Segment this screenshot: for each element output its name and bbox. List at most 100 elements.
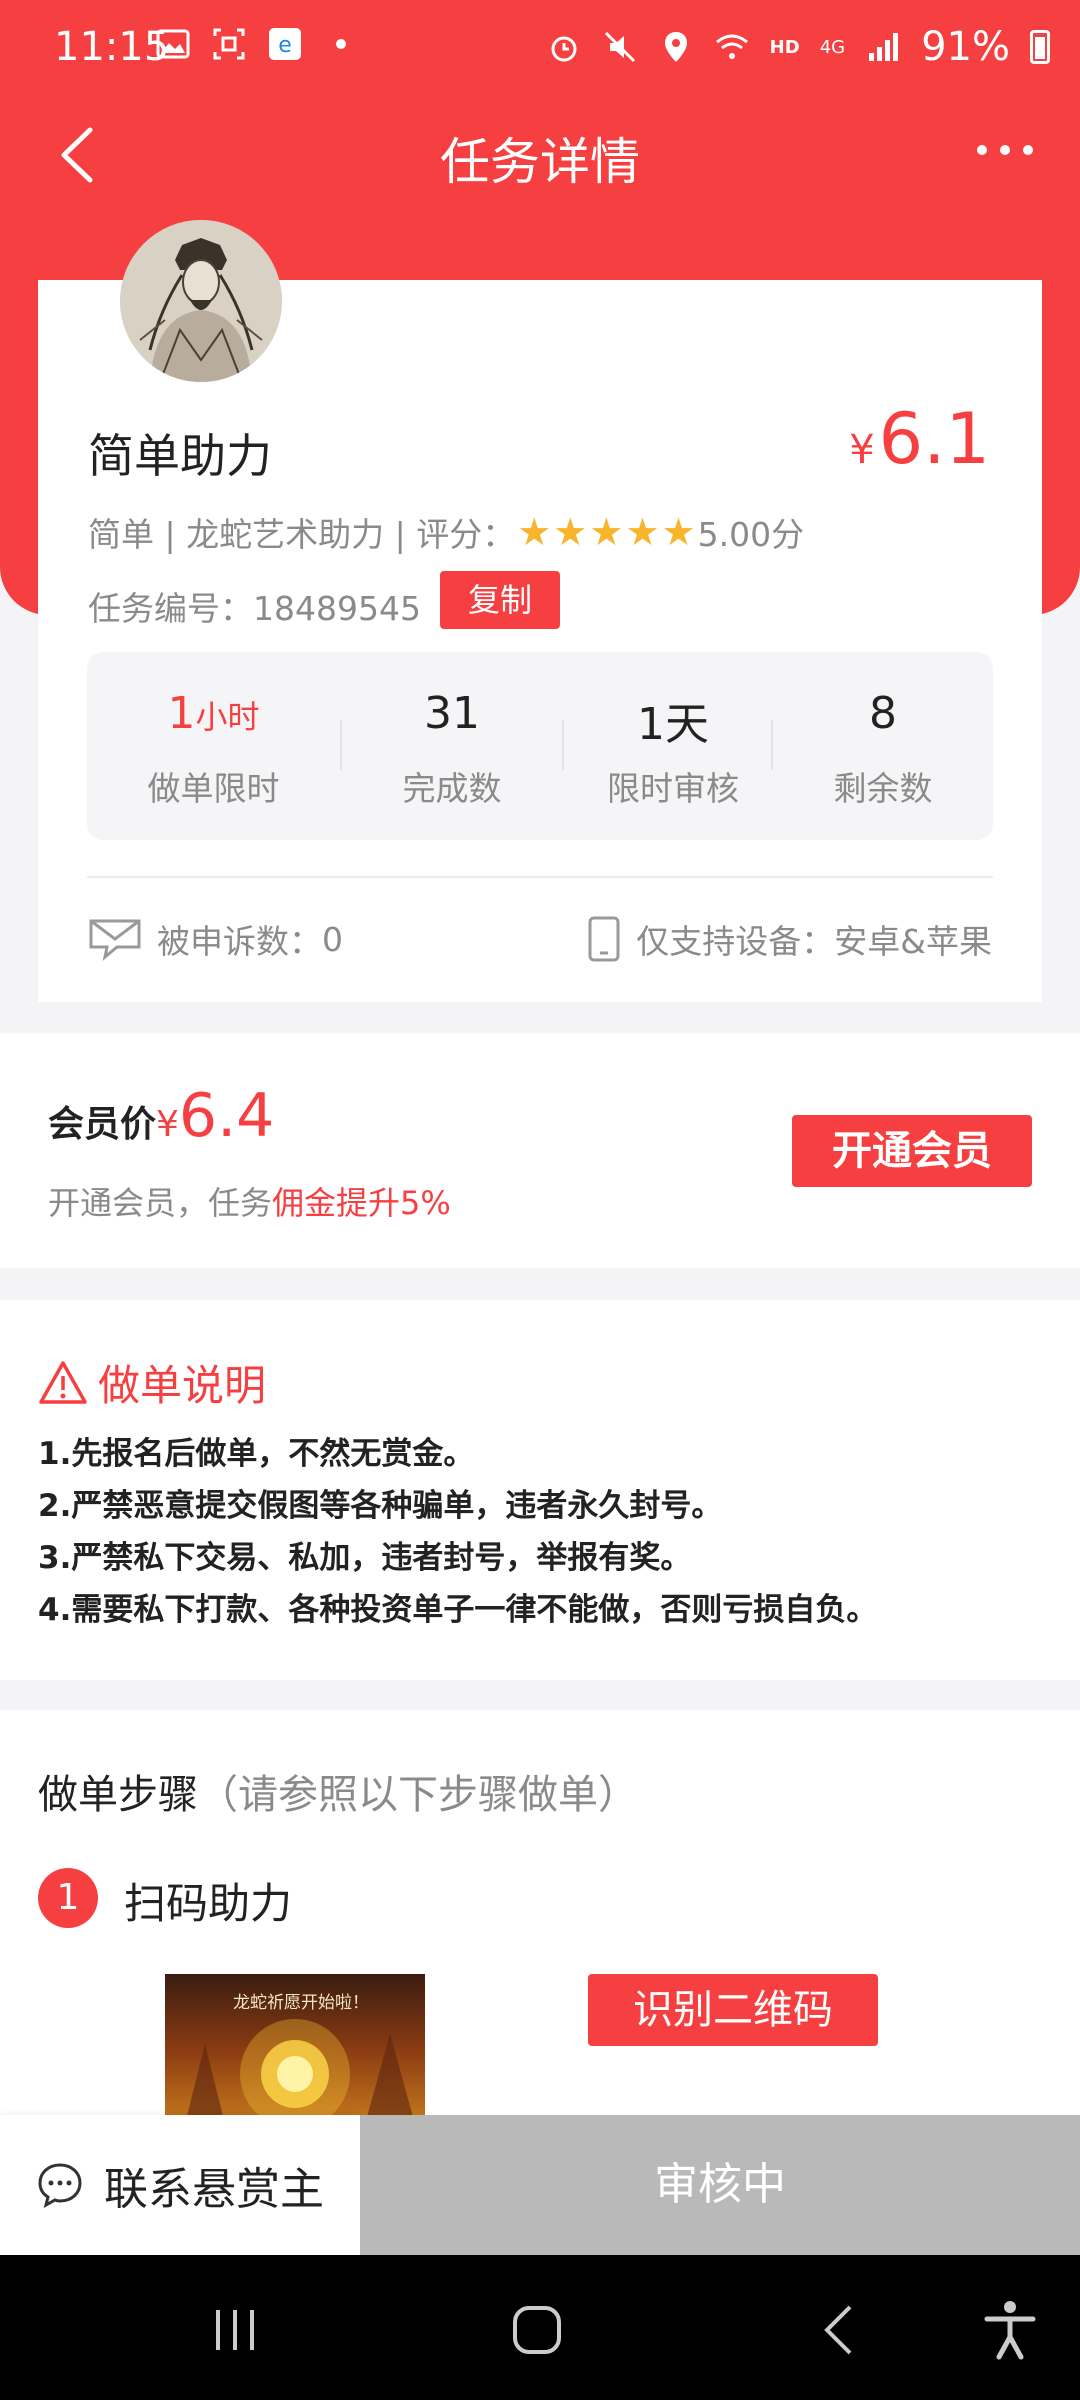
member-benefit-text: 开通会员，任务: [48, 1184, 273, 1222]
price-value: 6.1: [878, 398, 990, 480]
step-qr-image[interactable]: 龙蛇祈愿开始啦！: [165, 1974, 425, 2124]
mute-icon: [604, 31, 635, 63]
bottom-action-bar: 联系悬赏主 审核中: [0, 2115, 1080, 2255]
star-icon: ★: [517, 510, 552, 554]
task-meta: 简单 | 龙蛇艺术助力 | 评分： ★ ★ ★ ★ ★ 5.00分: [88, 508, 804, 556]
stat-review-limit: 1天 限时审核: [564, 688, 782, 810]
complaint-count: 被申诉数： 0: [87, 915, 343, 963]
instruction-item: 1.先报名后做单，不然无赏金。: [38, 1436, 475, 1472]
member-price-value: 6.4: [178, 1081, 275, 1151]
member-benefit-highlight: 佣金提升5%: [272, 1184, 451, 1222]
complaint-value: 0: [322, 919, 343, 959]
instruction-item: 2.严禁恶意提交假图等各种骗单，违者永久封号。: [38, 1488, 723, 1524]
stat-value: 31: [424, 688, 480, 739]
dot-icon: [336, 39, 346, 49]
step-title: 扫码助力: [124, 1879, 293, 1928]
member-section: 会员价 ¥6.4 开通会员，任务佣金提升5% 开通会员: [0, 1033, 1080, 1268]
stat-label: 完成数: [402, 769, 502, 808]
more-options-icon[interactable]: [970, 130, 1040, 170]
star-icon: ★: [553, 510, 588, 554]
status-time: 11:15: [54, 24, 170, 70]
steps-title: 做单步骤（请参照以下步骤做单）: [38, 1762, 638, 1820]
page-title: 任务详情: [440, 133, 640, 191]
instruction-item: 4.需要私下打款、各种投资单子一律不能做，否则亏损自负。: [38, 1592, 878, 1628]
location-icon: [664, 32, 687, 62]
status-right: HD 4G 91%: [546, 24, 1050, 70]
svg-text:e: e: [278, 33, 292, 58]
under-review-button[interactable]: 审核中: [360, 2115, 1080, 2255]
system-nav-bar: [0, 2255, 1080, 2400]
status-bar: 11:15 e HD 4G 91%: [0, 0, 1080, 100]
instructions-title-text: 做单说明: [98, 1361, 267, 1410]
stat-completed: 31 完成数: [342, 688, 562, 810]
recent-apps-icon[interactable]: [200, 2295, 270, 2365]
signal-icon: [869, 33, 899, 61]
contact-label: 联系悬赏主: [104, 2164, 324, 2215]
member-benefit: 开通会员，任务佣金提升5%: [48, 1178, 451, 1224]
top-nav: 任务详情: [0, 100, 1080, 210]
instructions-list: 1.先报名后做单，不然无赏金。 2.严禁恶意提交假图等各种骗单，违者永久封号。 …: [38, 1428, 877, 1636]
supported-devices: 仅支持设备：安卓&苹果: [586, 915, 992, 963]
status-left-icons: e: [155, 26, 359, 62]
steps-subtitle: （请参照以下步骤做单）: [198, 1772, 638, 1818]
avatar-image: [120, 220, 282, 382]
step-number: 1: [38, 1868, 98, 1928]
hd-indicator: HD: [769, 36, 800, 58]
stat-time-limit: 1小时 做单限时: [87, 688, 340, 810]
task-stats: 1小时 做单限时 31 完成数 1天 限时审核 8 剩余数: [87, 652, 993, 840]
task-card: [38, 280, 1042, 1002]
task-number: 任务编号：18489545: [88, 582, 421, 630]
stat-label: 剩余数: [833, 769, 933, 808]
task-number-value: 18489545: [253, 589, 421, 628]
stat-value: 1天: [637, 699, 709, 750]
stat-label: 限时审核: [607, 769, 739, 808]
star-icon: ★: [625, 510, 660, 554]
stat-label: 做单限时: [147, 769, 280, 808]
stat-unit: 小时: [195, 698, 260, 736]
warning-icon: [39, 1360, 87, 1404]
back-icon[interactable]: [805, 2295, 875, 2365]
currency-symbol: ¥: [156, 1104, 179, 1145]
currency-symbol: ¥: [849, 427, 875, 473]
chat-icon: [38, 2163, 82, 2208]
phone-icon: [588, 916, 620, 962]
member-price-label: 会员价: [48, 1104, 157, 1145]
instructions-title: 做单说明: [38, 1352, 266, 1413]
star-icon: ★: [589, 510, 624, 554]
screenshot-icon: [213, 28, 245, 60]
instruction-item: 3.严禁私下交易、私加，违者封号，举报有奖。: [38, 1540, 692, 1576]
alarm-icon: [551, 36, 577, 62]
card-divider: [87, 876, 993, 878]
complaint-label: 被申诉数：: [157, 922, 322, 961]
app-notification-icon: e: [269, 28, 301, 60]
wifi-icon: [715, 34, 748, 59]
steps-title-text: 做单步骤: [38, 1772, 198, 1818]
task-price: ¥6.1: [849, 398, 990, 480]
accessibility-icon[interactable]: [975, 2295, 1045, 2365]
task-number-label: 任务编号：: [88, 589, 253, 628]
star-icon: ★: [661, 510, 696, 554]
instructions-section: 做单说明 1.先报名后做单，不然无赏金。 2.严禁恶意提交假图等各种骗单，违者永…: [0, 1300, 1080, 1680]
member-price: ¥6.4: [156, 1081, 274, 1151]
stat-value: 1小时: [87, 688, 340, 744]
open-membership-button[interactable]: 开通会员: [792, 1115, 1032, 1187]
gallery-icon: [156, 29, 190, 59]
step-image-text: 龙蛇祈愿开始啦！: [233, 1993, 369, 2013]
mail-icon: [89, 919, 141, 961]
contact-publisher-button[interactable]: 联系悬赏主: [0, 2115, 360, 2255]
battery-percent: 91%: [921, 24, 1010, 70]
battery-icon: [1030, 30, 1050, 64]
rating-stars: ★ ★ ★ ★ ★: [517, 510, 695, 554]
signal-indicator: 4G: [819, 36, 846, 58]
publisher-avatar[interactable]: [120, 220, 282, 382]
stat-number: 1: [167, 688, 196, 739]
task-title: 简单助力: [88, 429, 272, 483]
copy-button[interactable]: 复制: [440, 571, 560, 629]
home-icon[interactable]: [502, 2295, 572, 2365]
device-label: 仅支持设备：安卓&苹果: [636, 922, 992, 961]
rating-score: 5.00分: [697, 515, 805, 554]
task-meta-text: 简单 | 龙蛇艺术助力 | 评分：: [88, 515, 516, 554]
stat-value: 8: [869, 688, 897, 739]
stat-remaining: 8 剩余数: [773, 688, 993, 810]
scan-qr-button[interactable]: 识别二维码: [588, 1974, 878, 2046]
